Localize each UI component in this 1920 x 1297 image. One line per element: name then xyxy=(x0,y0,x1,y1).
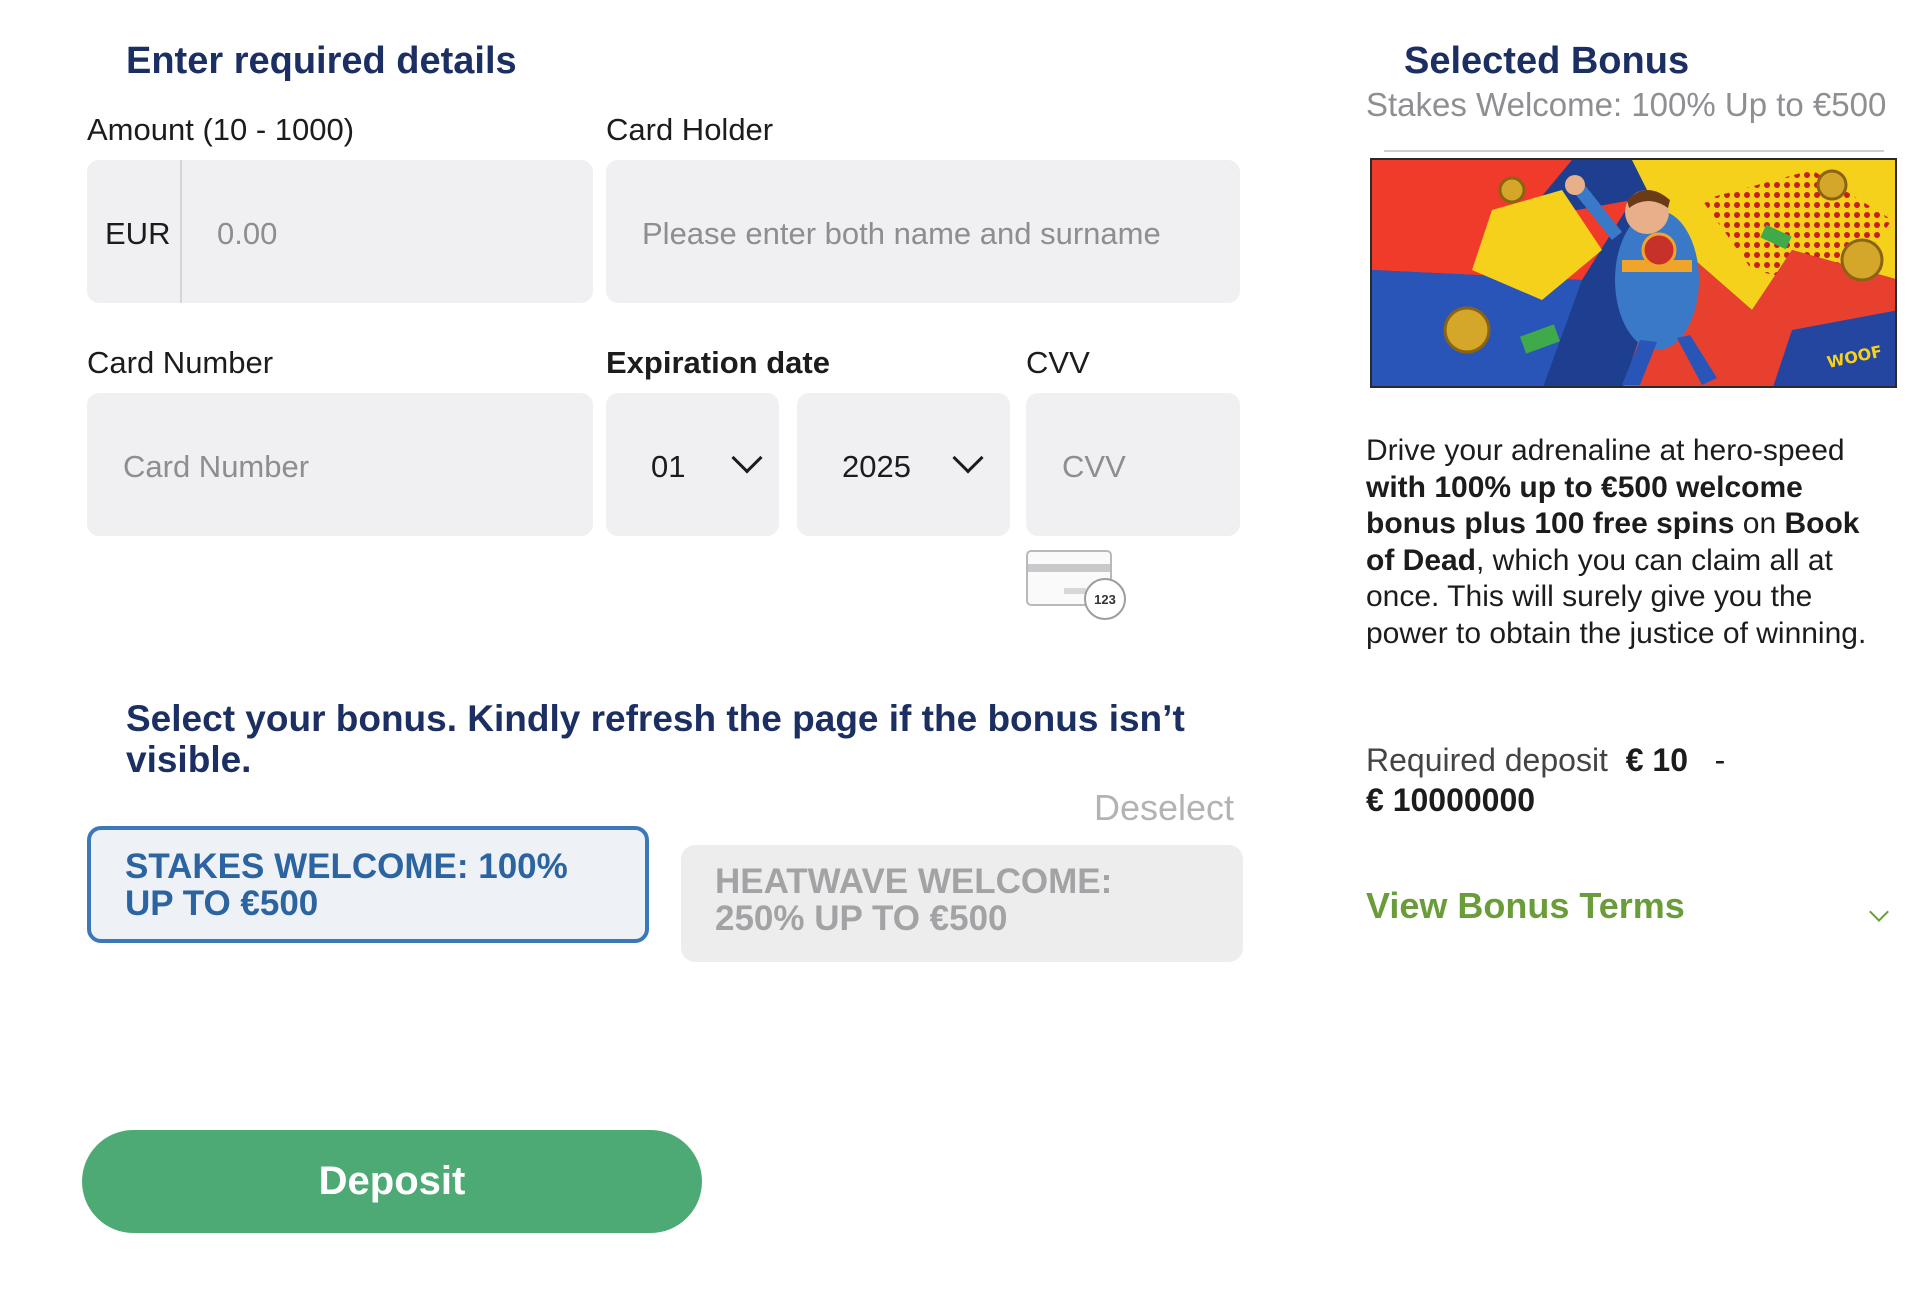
amount-field[interactable]: EUR 0.00 xyxy=(87,160,593,303)
hero-illustration: WOOF xyxy=(1372,160,1895,386)
year-value: 2025 xyxy=(842,449,911,484)
cvv-label: CVV xyxy=(1026,345,1090,380)
month-select[interactable]: 01 xyxy=(606,393,779,536)
required-deposit-sep: - xyxy=(1714,742,1726,778)
bonus-description: Drive your adrenaline at hero-speed with… xyxy=(1366,433,1896,652)
chevron-down-icon xyxy=(731,442,763,474)
amount-label: Amount (10 - 1000) xyxy=(87,112,355,147)
selected-bonus-name: Stakes Welcome: 100% Up to €500 xyxy=(1366,86,1887,123)
form-title: Enter required details xyxy=(126,40,517,82)
chevron-down-icon xyxy=(952,442,984,474)
deposit-button[interactable]: Deposit xyxy=(82,1130,702,1233)
description-text: Drive your adrenaline at hero-speed xyxy=(1366,434,1845,467)
bonus-banner-image: WOOF xyxy=(1370,158,1897,388)
view-bonus-terms-toggle[interactable]: View Bonus Terms xyxy=(1366,885,1896,935)
bonus-heading: Select your bonus. Kindly refresh the pa… xyxy=(126,698,1185,780)
card-number-field[interactable]: Card Number xyxy=(87,393,593,536)
required-deposit: Required deposit € 10 - € 10000000 xyxy=(1366,740,1896,820)
chevron-down-icon xyxy=(1869,902,1889,922)
bonus-option-heatwave[interactable]: HEATWAVE WELCOME: 250% UP TO €500 xyxy=(681,845,1243,962)
required-deposit-label: Required deposit xyxy=(1366,742,1608,778)
card-number-label: Card Number xyxy=(87,345,274,380)
cvv-field[interactable]: CVV xyxy=(1026,393,1240,536)
selected-bonus-title: Selected Bonus xyxy=(1404,40,1690,82)
required-deposit-max: € 10000000 xyxy=(1366,782,1536,818)
description-text: on xyxy=(1734,507,1785,540)
view-bonus-terms-label: View Bonus Terms xyxy=(1366,885,1685,926)
bonus-option-stakes[interactable]: STAKES WELCOME: 100% UP TO €500 xyxy=(87,826,649,943)
currency-label: EUR xyxy=(105,216,171,251)
currency-divider xyxy=(180,160,182,303)
cvv-input[interactable]: CVV xyxy=(1062,449,1126,485)
cvv-hint-badge: 123 xyxy=(1084,578,1126,620)
cvv-card-icon: 123 xyxy=(1026,550,1132,622)
month-value: 01 xyxy=(651,449,686,484)
card-holder-input[interactable]: Please enter both name and surname xyxy=(642,216,1161,252)
required-deposit-min: € 10 xyxy=(1625,742,1688,778)
card-holder-label: Card Holder xyxy=(606,112,774,147)
card-holder-field[interactable]: Please enter both name and surname xyxy=(606,160,1240,303)
deselect-link[interactable]: Deselect xyxy=(1094,787,1234,829)
card-number-input[interactable]: Card Number xyxy=(123,449,309,485)
amount-input[interactable]: 0.00 xyxy=(217,216,277,252)
expiration-label: Expiration date xyxy=(606,345,830,380)
year-select[interactable]: 2025 xyxy=(797,393,1010,536)
divider xyxy=(1384,150,1884,152)
